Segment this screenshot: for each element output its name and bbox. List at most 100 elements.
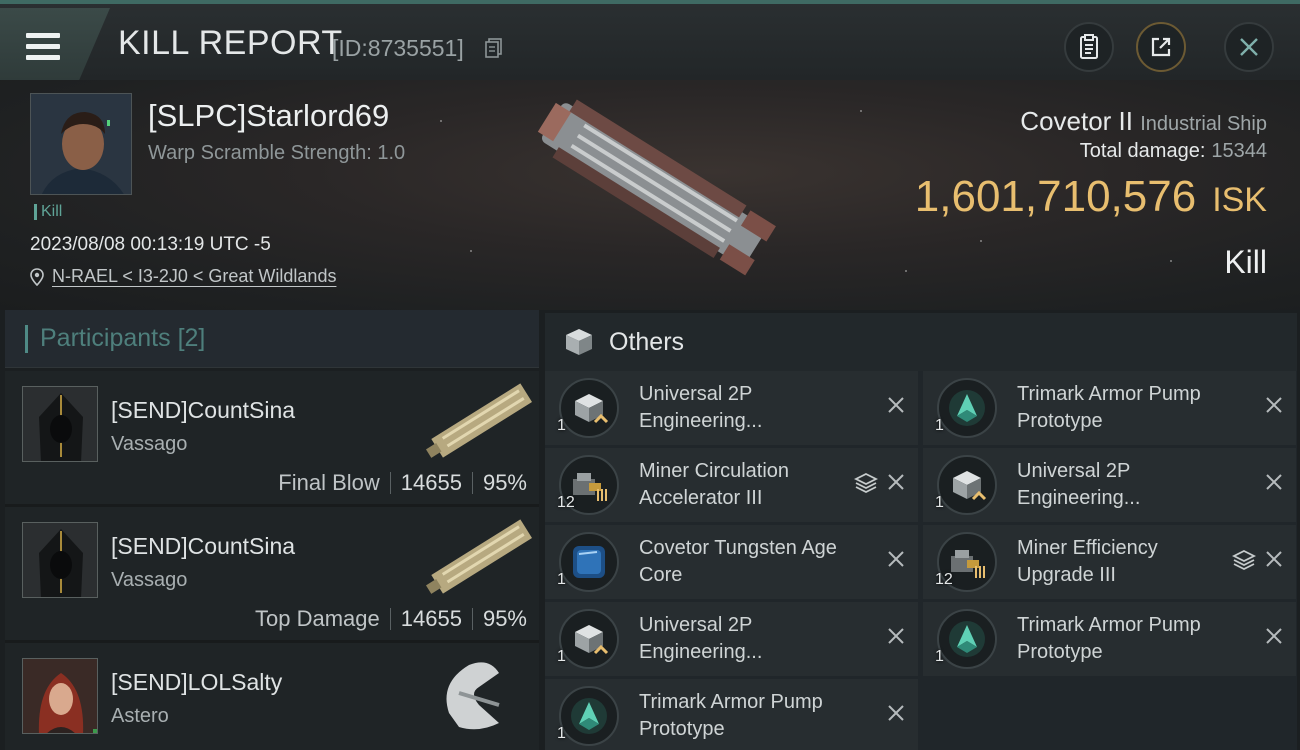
participant-avatar[interactable] [22,386,98,462]
tab-indicator [25,324,28,353]
item-quantity: 1 [935,648,944,665]
item-slot[interactable]: 1 Universal 2P Engineering... [545,602,918,676]
engineering-module-icon [559,378,619,438]
participant-damage: 14655 [400,606,462,631]
participant-percent: 95% [482,606,527,631]
participants-tab[interactable]: Participants [2] [5,310,539,368]
total-damage-label: Total damage: [1079,140,1206,162]
menu-button[interactable] [0,8,110,80]
victim-ship-image [537,99,776,276]
armor-rig-icon [559,686,619,746]
participant-stats: Final Blow 14655 95% [278,470,527,496]
report-id: [ID:8735551] [332,35,464,61]
item-name: Universal 2P Engineering... [639,614,763,663]
participant-avatar[interactable]: ★ [22,658,98,734]
participant-percent: 95% [482,470,527,495]
destroyed-x-icon [888,628,904,644]
item-quantity: 1 [557,648,566,665]
kill-tag: Kill [34,204,62,220]
stack-layers-icon[interactable] [854,471,878,495]
item-name: Trimark Armor Pump Prototype [1017,614,1201,663]
star-badge-icon: ★ [93,729,97,733]
clipboard-icon [1080,34,1098,59]
kill-location[interactable]: N-RAEL < I3-2J0 < Great Wildlands [30,266,336,287]
kill-summary-banner: [SLPC]Starlord69 Warp Scramble Strength:… [0,80,1300,310]
item-slot[interactable]: 1 Universal 2P Engineering... [545,371,918,445]
participant-row[interactable]: [SEND]CountSina Vassago Top Damage 14655… [5,507,539,643]
participants-label: Participants [2] [40,324,206,352]
stack-layers-icon[interactable] [1232,548,1256,572]
warp-scramble-strength: Warp Scramble Strength: 1.0 [148,142,406,164]
location-link[interactable]: N-RAEL < I3-2J0 < Great Wildlands [52,266,336,287]
participant-avatar[interactable] [22,522,98,598]
participant-ship-image [425,383,533,458]
destroyed-x-icon [1266,397,1282,413]
share-button[interactable] [1136,22,1186,72]
destroyed-x-icon [888,474,904,490]
item-quantity: 1 [935,417,944,434]
item-name: Trimark Armor Pump Prototype [1017,383,1201,432]
destroyed-x-icon [1266,474,1282,490]
item-name: Universal 2P Engineering... [639,383,763,432]
destroyed-x-icon [1266,628,1282,644]
participant-ship-image [425,519,533,594]
victim-name[interactable]: [SLPC]Starlord69 [148,98,389,134]
item-quantity: 1 [557,417,566,434]
item-quantity: 1 [935,494,944,511]
engineering-module-icon [559,609,619,669]
participant-ship-image [446,662,500,730]
destroyed-x-icon [888,551,904,567]
hooded-portrait-icon [23,523,97,597]
others-header: Others [545,313,1297,371]
participant-ship: Astero [111,705,169,727]
item-name: Trimark Armor Pump Prototype [639,691,823,740]
item-slot[interactable]: 1 Universal 2P Engineering... [923,448,1296,522]
victim-ship-name[interactable]: Covetor II Industrial Ship [1020,106,1267,137]
item-slot[interactable]: 1 Trimark Armor Pump Prototype [923,602,1296,676]
core-icon [559,532,619,592]
ship-name-text: Covetor II [1020,106,1134,136]
page-title: KILL REPORT [118,24,343,62]
location-pin-icon [30,267,44,286]
item-slot[interactable]: 1 Trimark Armor Pump Prototype [545,679,918,750]
isk-value: 1,601,710,576 ISK [915,172,1267,222]
participant-row[interactable]: [SEND]CountSina Vassago Final Blow 14655… [5,371,539,507]
item-name: Universal 2P Engineering... [1017,460,1141,509]
others-panel: Others 1 Universal 2P Engineering... 12 … [545,313,1297,750]
close-button[interactable] [1224,22,1274,72]
clipboard-button[interactable] [1064,22,1114,72]
item-name: Covetor Tungsten Age Core [639,537,837,586]
destroyed-x-icon [1266,551,1282,567]
item-slot[interactable]: 12 Miner Circulation Accelerator III [545,448,918,522]
participant-name[interactable]: [SEND]CountSina [111,533,295,560]
ship-class: Industrial Ship [1140,113,1267,135]
participant-name[interactable]: [SEND]LOLSalty [111,669,282,696]
participant-role: Final Blow [278,470,380,495]
header-bar: KILL REPORT [ID:8735551] [0,0,1300,80]
isk-unit: ISK [1212,181,1267,219]
female-portrait-icon [23,659,97,733]
participant-name[interactable]: [SEND]CountSina [111,397,295,424]
isk-amount: 1,601,710,576 [914,172,1197,221]
item-slot[interactable]: 1 Trimark Armor Pump Prototype [923,371,1296,445]
engineering-module-icon [937,455,997,515]
participant-ship: Vassago [111,569,188,591]
participants-count: [2] [177,324,206,352]
armor-rig-icon [937,378,997,438]
copy-icon[interactable] [485,38,503,58]
share-icon [1151,37,1171,57]
kill-result: Kill [1224,244,1267,280]
kill-timestamp: 2023/08/08 00:13:19 UTC -5 [30,234,271,255]
participant-row[interactable]: ★ [SEND]LOLSalty Astero [5,643,539,750]
participants-panel: Participants [2] [SEND]CountSina Vassago… [5,310,539,750]
hooded-portrait-icon [23,387,97,461]
destroyed-x-icon [888,397,904,413]
item-slot[interactable]: 1 Covetor Tungsten Age Core [545,525,918,599]
total-damage-value: 15344 [1211,140,1267,162]
victim-avatar[interactable] [30,93,132,195]
participant-role: Top Damage [255,606,380,631]
item-name: Miner Circulation Accelerator III [639,460,790,509]
participant-ship: Vassago [111,433,188,455]
participant-stats: Top Damage 14655 95% [255,606,527,632]
item-slot[interactable]: 12 Miner Efficiency Upgrade III [923,525,1296,599]
